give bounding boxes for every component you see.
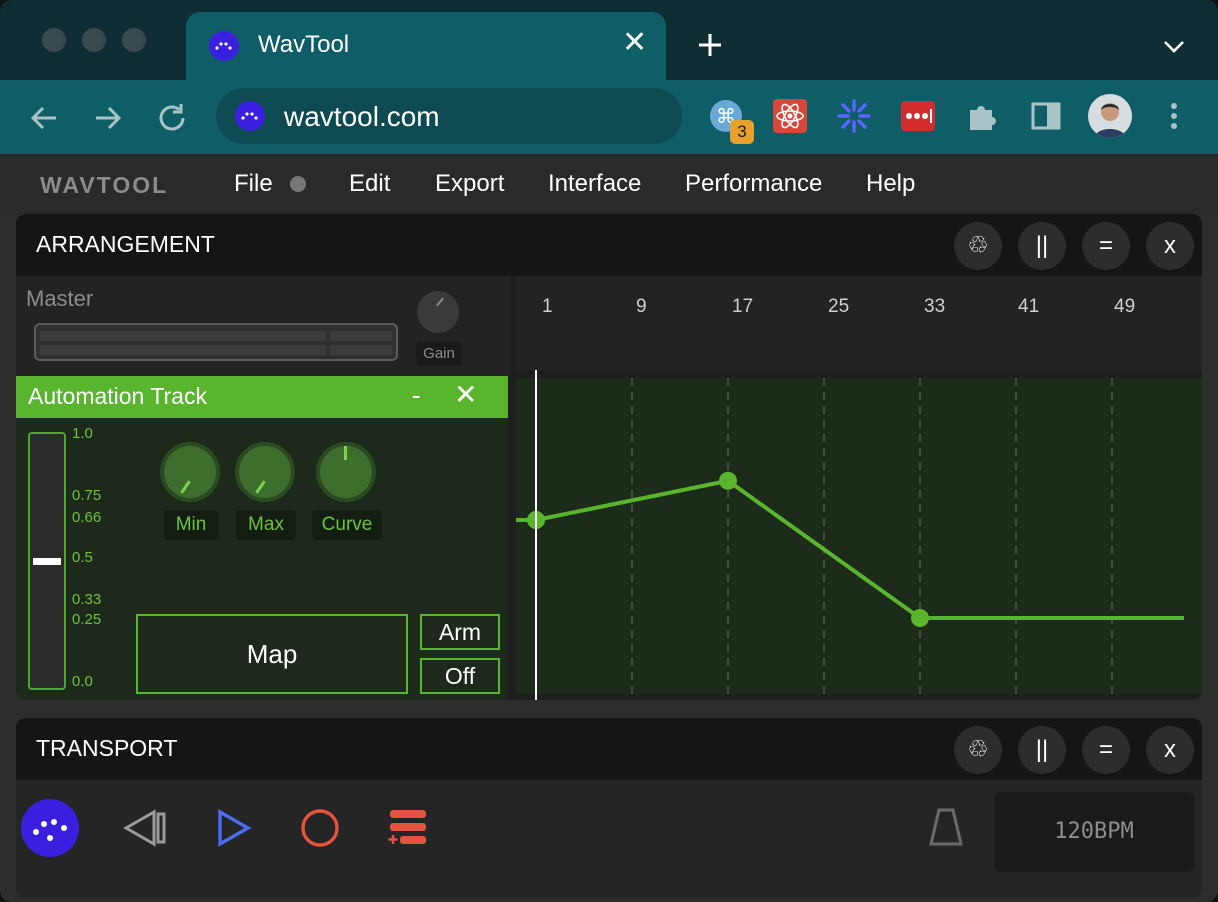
metronome-icon[interactable]	[918, 800, 974, 856]
more-menu-icon[interactable]	[1156, 98, 1192, 134]
wavtool-logo-icon[interactable]	[20, 798, 80, 858]
scale-label: 0.33	[72, 591, 102, 608]
site-favicon-icon	[235, 101, 265, 131]
tab-close-icon[interactable]: ✕	[622, 28, 647, 58]
tab-strip: WavTool ✕	[0, 0, 1218, 80]
window-minimize-dot[interactable]	[82, 28, 106, 52]
min-knob-label: Min	[164, 510, 218, 540]
arrangement-panel: ARRANGEMENT ♲ || = x Master Gain 1 9 17 …	[16, 214, 1202, 700]
close-track-button[interactable]: ✕	[454, 378, 477, 411]
track-title: Automation Track	[28, 383, 207, 409]
arrangement-header: ARRANGEMENT ♲ || = x	[16, 214, 1202, 276]
url-text: wavtool.com	[284, 101, 440, 132]
play-icon[interactable]	[206, 800, 262, 856]
menu-interface[interactable]: Interface	[548, 170, 641, 198]
lastpass-icon[interactable]	[900, 98, 936, 134]
extensions-puzzle-icon[interactable]	[964, 98, 1000, 134]
minimize-track-button[interactable]: -	[412, 380, 421, 411]
new-tab-icon[interactable]	[694, 29, 726, 61]
gain-knob[interactable]	[414, 288, 462, 336]
min-knob[interactable]	[160, 442, 220, 502]
scale-label: 1.0	[72, 425, 93, 442]
app-menubar: WAVTOOL File Edit Export Interface Perfo…	[0, 154, 1218, 214]
menu-file[interactable]: File	[234, 170, 273, 198]
reload-icon[interactable]	[152, 98, 192, 138]
ruler-tick: 33	[924, 296, 946, 317]
scale-label: 0.0	[72, 673, 93, 690]
max-knob-label: Max	[236, 510, 296, 540]
wavtool-favicon-icon	[209, 31, 239, 61]
close-panel-button[interactable]: x	[1146, 726, 1194, 774]
scale-label: 0.5	[72, 549, 93, 566]
off-button[interactable]: Off	[420, 658, 500, 694]
transport-header: TRANSPORT ♲ || = x	[16, 718, 1202, 780]
chevron-down-icon[interactable]	[1160, 34, 1188, 58]
automation-track-header[interactable]: Automation Track - ✕	[16, 376, 508, 418]
extension-badge: 3	[730, 120, 754, 144]
fader-handle[interactable]	[33, 558, 61, 565]
automation-point	[719, 471, 737, 490]
recycle-button[interactable]: ♲	[954, 222, 1002, 270]
transport-title: TRANSPORT	[36, 735, 178, 761]
split-button[interactable]: ||	[1018, 222, 1066, 270]
max-knob[interactable]	[235, 442, 295, 502]
side-panel-icon[interactable]	[1028, 98, 1064, 134]
curve-knob-label: Curve	[312, 510, 382, 540]
react-devtools-icon[interactable]	[772, 98, 808, 134]
ruler-tick: 41	[1018, 296, 1040, 317]
menu-performance[interactable]: Performance	[685, 170, 822, 198]
browser-window: WavTool ✕ wavtool.com ⌘ 3 WAVTOOL File E…	[0, 0, 1218, 902]
ruler-tick: 17	[732, 296, 754, 317]
automation-point	[911, 609, 929, 627]
profile-avatar[interactable]	[1088, 94, 1132, 138]
automation-fader[interactable]	[28, 432, 66, 690]
split-button[interactable]: ||	[1018, 726, 1066, 774]
sparkle-extension-icon[interactable]	[836, 98, 872, 134]
browser-tab[interactable]: WavTool ✕	[186, 12, 666, 80]
menu-help[interactable]: Help	[866, 170, 915, 198]
stack-button[interactable]: =	[1082, 726, 1130, 774]
address-bar[interactable]: wavtool.com	[216, 88, 682, 144]
menu-edit[interactable]: Edit	[349, 170, 390, 198]
skip-back-icon[interactable]	[116, 800, 172, 856]
master-label: Master	[26, 286, 94, 311]
ruler-tick: 25	[828, 296, 850, 317]
automation-track-controls: 1.0 0.75 0.66 0.5 0.33 0.25 0.0 Min Max …	[16, 418, 508, 700]
arrangement-title: ARRANGEMENT	[36, 231, 215, 257]
scale-label: 0.75	[72, 487, 102, 504]
master-track: Master Gain	[16, 276, 510, 376]
menu-export[interactable]: Export	[435, 170, 504, 198]
scale-label: 0.25	[72, 611, 102, 628]
wavtool-brand: WAVTOOL	[40, 172, 169, 198]
gain-label: Gain	[416, 342, 462, 366]
transport-panel: TRANSPORT ♲ || = x 120BPM	[16, 718, 1202, 898]
automation-lane[interactable]	[516, 370, 1202, 700]
scale-label: 0.66	[72, 509, 102, 526]
wavtool-app: WAVTOOL File Edit Export Interface Perfo…	[0, 154, 1218, 902]
recycle-button[interactable]: ♲	[954, 726, 1002, 774]
ruler-tick: 1	[542, 296, 553, 317]
bpm-display[interactable]: 120BPM	[994, 792, 1194, 872]
forward-icon[interactable]	[88, 98, 128, 138]
back-icon[interactable]	[24, 98, 64, 138]
arm-button[interactable]: Arm	[420, 614, 500, 650]
curve-knob[interactable]	[316, 442, 376, 502]
timeline-ruler[interactable]: 1 9 17 25 33 41 49	[516, 276, 1202, 370]
close-panel-button[interactable]: x	[1146, 222, 1194, 270]
master-meter	[34, 323, 398, 361]
ruler-tick: 49	[1114, 296, 1136, 317]
transport-bar: 120BPM	[16, 780, 1202, 898]
record-icon[interactable]	[292, 800, 348, 856]
file-status-dot	[290, 176, 306, 192]
window-close-dot[interactable]	[42, 28, 66, 52]
window-maximize-dot[interactable]	[122, 28, 146, 52]
ruler-tick: 9	[636, 296, 647, 317]
stack-button[interactable]: =	[1082, 222, 1130, 270]
map-button[interactable]: Map	[136, 614, 408, 694]
add-track-icon[interactable]	[380, 800, 436, 856]
browser-toolbar: wavtool.com ⌘	[0, 80, 1218, 154]
tab-title: WavTool	[258, 31, 350, 58]
